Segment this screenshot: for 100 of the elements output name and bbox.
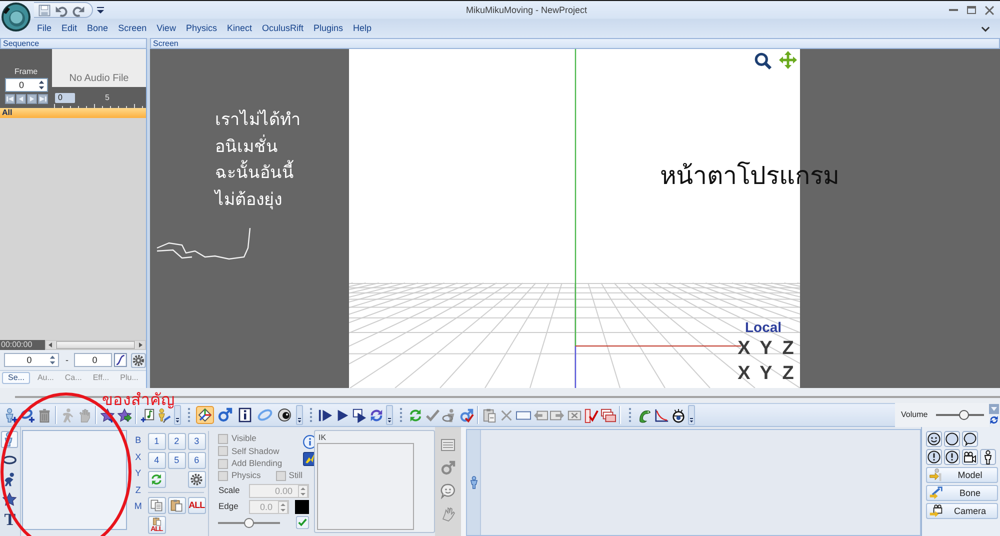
- menu-item[interactable]: OculusRift: [256, 22, 308, 35]
- menu-item[interactable]: Physics: [180, 22, 222, 35]
- figure-brush-icon[interactable]: [157, 408, 172, 422]
- number-button[interactable]: 3: [188, 433, 206, 450]
- star-plus-icon[interactable]: [100, 408, 115, 422]
- range-end-field[interactable]: 0: [74, 353, 112, 367]
- audio-status-text: No Audio File: [69, 72, 129, 84]
- menu-item[interactable]: Screen: [113, 22, 152, 35]
- play-icon[interactable]: [335, 408, 350, 422]
- arrow-figure-icon[interactable]: [929, 468, 943, 482]
- axis-label: X: [135, 450, 142, 462]
- coordinate-mode-label[interactable]: Local: [745, 319, 782, 335]
- male-check-icon[interactable]: [459, 408, 474, 422]
- step-back-icon[interactable]: [16, 94, 26, 104]
- cycle-icon[interactable]: [369, 408, 384, 422]
- trash-icon[interactable]: [37, 408, 52, 422]
- person-plus-icon[interactable]: [3, 408, 18, 422]
- menu-item[interactable]: Edit: [56, 22, 82, 35]
- list-icon[interactable]: [440, 437, 456, 453]
- menu-item[interactable]: Plugins: [308, 22, 348, 35]
- tab[interactable]: Se...: [2, 372, 30, 384]
- camera-icon[interactable]: [962, 449, 978, 465]
- person-icon[interactable]: [980, 449, 996, 465]
- menu-item[interactable]: Kinect: [222, 22, 257, 35]
- alert-circle-icon[interactable]: [926, 449, 942, 465]
- axis-handle[interactable]: Z: [777, 364, 799, 384]
- axis-handle[interactable]: Y: [755, 339, 777, 359]
- time-readout: 00:00:00: [0, 340, 45, 350]
- menu-item[interactable]: Bone: [82, 22, 114, 35]
- number-button[interactable]: 5: [168, 452, 186, 469]
- number-button[interactable]: 4: [148, 452, 166, 469]
- app-orb-icon[interactable]: [1, 2, 31, 32]
- axis-handle[interactable]: Z: [777, 339, 799, 359]
- lizard-icon[interactable]: [637, 408, 652, 422]
- axis-handle[interactable]: Y: [755, 364, 777, 384]
- check-icon[interactable]: [296, 516, 310, 530]
- circle-icon[interactable]: [944, 431, 960, 447]
- axis-handle[interactable]: X: [733, 364, 755, 384]
- star-icon[interactable]: [1, 491, 18, 508]
- play-frame-icon[interactable]: [352, 408, 367, 422]
- curve-graph-icon[interactable]: [654, 408, 669, 422]
- alert-circle-icon[interactable]: [944, 449, 960, 465]
- move-icon[interactable]: [778, 50, 798, 70]
- number-button[interactable]: 1: [148, 433, 166, 450]
- axis-label: B: [135, 434, 142, 446]
- male-symbol-icon[interactable]: [216, 406, 234, 424]
- frame-field[interactable]: 0: [4, 78, 48, 92]
- clipboard-icon[interactable]: [482, 408, 497, 422]
- curve-icon[interactable]: [114, 353, 128, 367]
- eyeball-icon[interactable]: [276, 406, 294, 424]
- customize-dropdown-icon[interactable]: [97, 6, 104, 14]
- ring-plus-icon[interactable]: [20, 408, 35, 422]
- check-icon[interactable]: [425, 408, 440, 422]
- stacked-frames-icon[interactable]: [601, 408, 616, 422]
- slider-thumb[interactable]: [958, 410, 969, 420]
- range-start-field[interactable]: 0: [4, 353, 60, 367]
- eye-face-icon[interactable]: [671, 408, 686, 422]
- maximize-icon[interactable]: [967, 6, 976, 14]
- bar-check-icon[interactable]: [584, 408, 599, 422]
- track-row[interactable]: All: [0, 108, 146, 118]
- camera-arrow-icon[interactable]: [929, 504, 943, 518]
- number-button[interactable]: 6: [188, 452, 206, 469]
- chevron-down-icon[interactable]: [981, 26, 990, 32]
- close-icon[interactable]: [985, 6, 994, 14]
- playhead-marker[interactable]: 0: [55, 92, 75, 102]
- mode-button[interactable]: Bone: [926, 485, 998, 501]
- skip-end-icon[interactable]: [38, 94, 48, 104]
- spin-arrows-icon[interactable]: [49, 354, 56, 366]
- slider-thumb[interactable]: [244, 518, 254, 528]
- menu-item[interactable]: Help: [348, 22, 377, 35]
- scrollbar-thumb[interactable]: [56, 341, 135, 349]
- color-swatch-icon[interactable]: [295, 500, 310, 514]
- refresh-icon[interactable]: [989, 415, 999, 425]
- figure-ring-icon[interactable]: [442, 408, 457, 422]
- settings-icon[interactable]: [131, 352, 146, 368]
- scroll-left-icon[interactable]: [46, 341, 55, 349]
- refresh-icon[interactable]: [408, 408, 423, 422]
- mode-button[interactable]: Model: [926, 467, 998, 483]
- save-icon[interactable]: [38, 4, 51, 16]
- speech-bubble-icon[interactable]: [962, 431, 978, 447]
- scroll-right-icon[interactable]: [136, 341, 145, 349]
- search-icon[interactable]: [754, 52, 772, 70]
- mode-button[interactable]: Camera: [926, 503, 998, 519]
- all-button[interactable]: ALL: [188, 497, 206, 514]
- bone-arrow-icon[interactable]: [929, 486, 943, 500]
- number-button[interactable]: 2: [168, 433, 186, 450]
- star-arrow-icon[interactable]: [117, 408, 132, 422]
- axes-icon[interactable]: [196, 406, 214, 424]
- axis-handle[interactable]: X: [733, 339, 755, 359]
- menu-item[interactable]: View: [152, 22, 181, 35]
- play-icon[interactable]: [318, 408, 333, 422]
- step-forward-icon[interactable]: [26, 94, 36, 104]
- info-page-icon[interactable]: [236, 406, 254, 424]
- spin-arrows-icon[interactable]: [38, 79, 44, 91]
- smiley-icon[interactable]: [926, 431, 942, 447]
- skip-start-icon[interactable]: [4, 94, 14, 104]
- clipboard-icon[interactable]: [152, 517, 162, 526]
- music-note-plus-icon[interactable]: [140, 408, 155, 422]
- speech-smiley-icon[interactable]: [440, 483, 456, 499]
- menu-item[interactable]: File: [32, 22, 57, 35]
